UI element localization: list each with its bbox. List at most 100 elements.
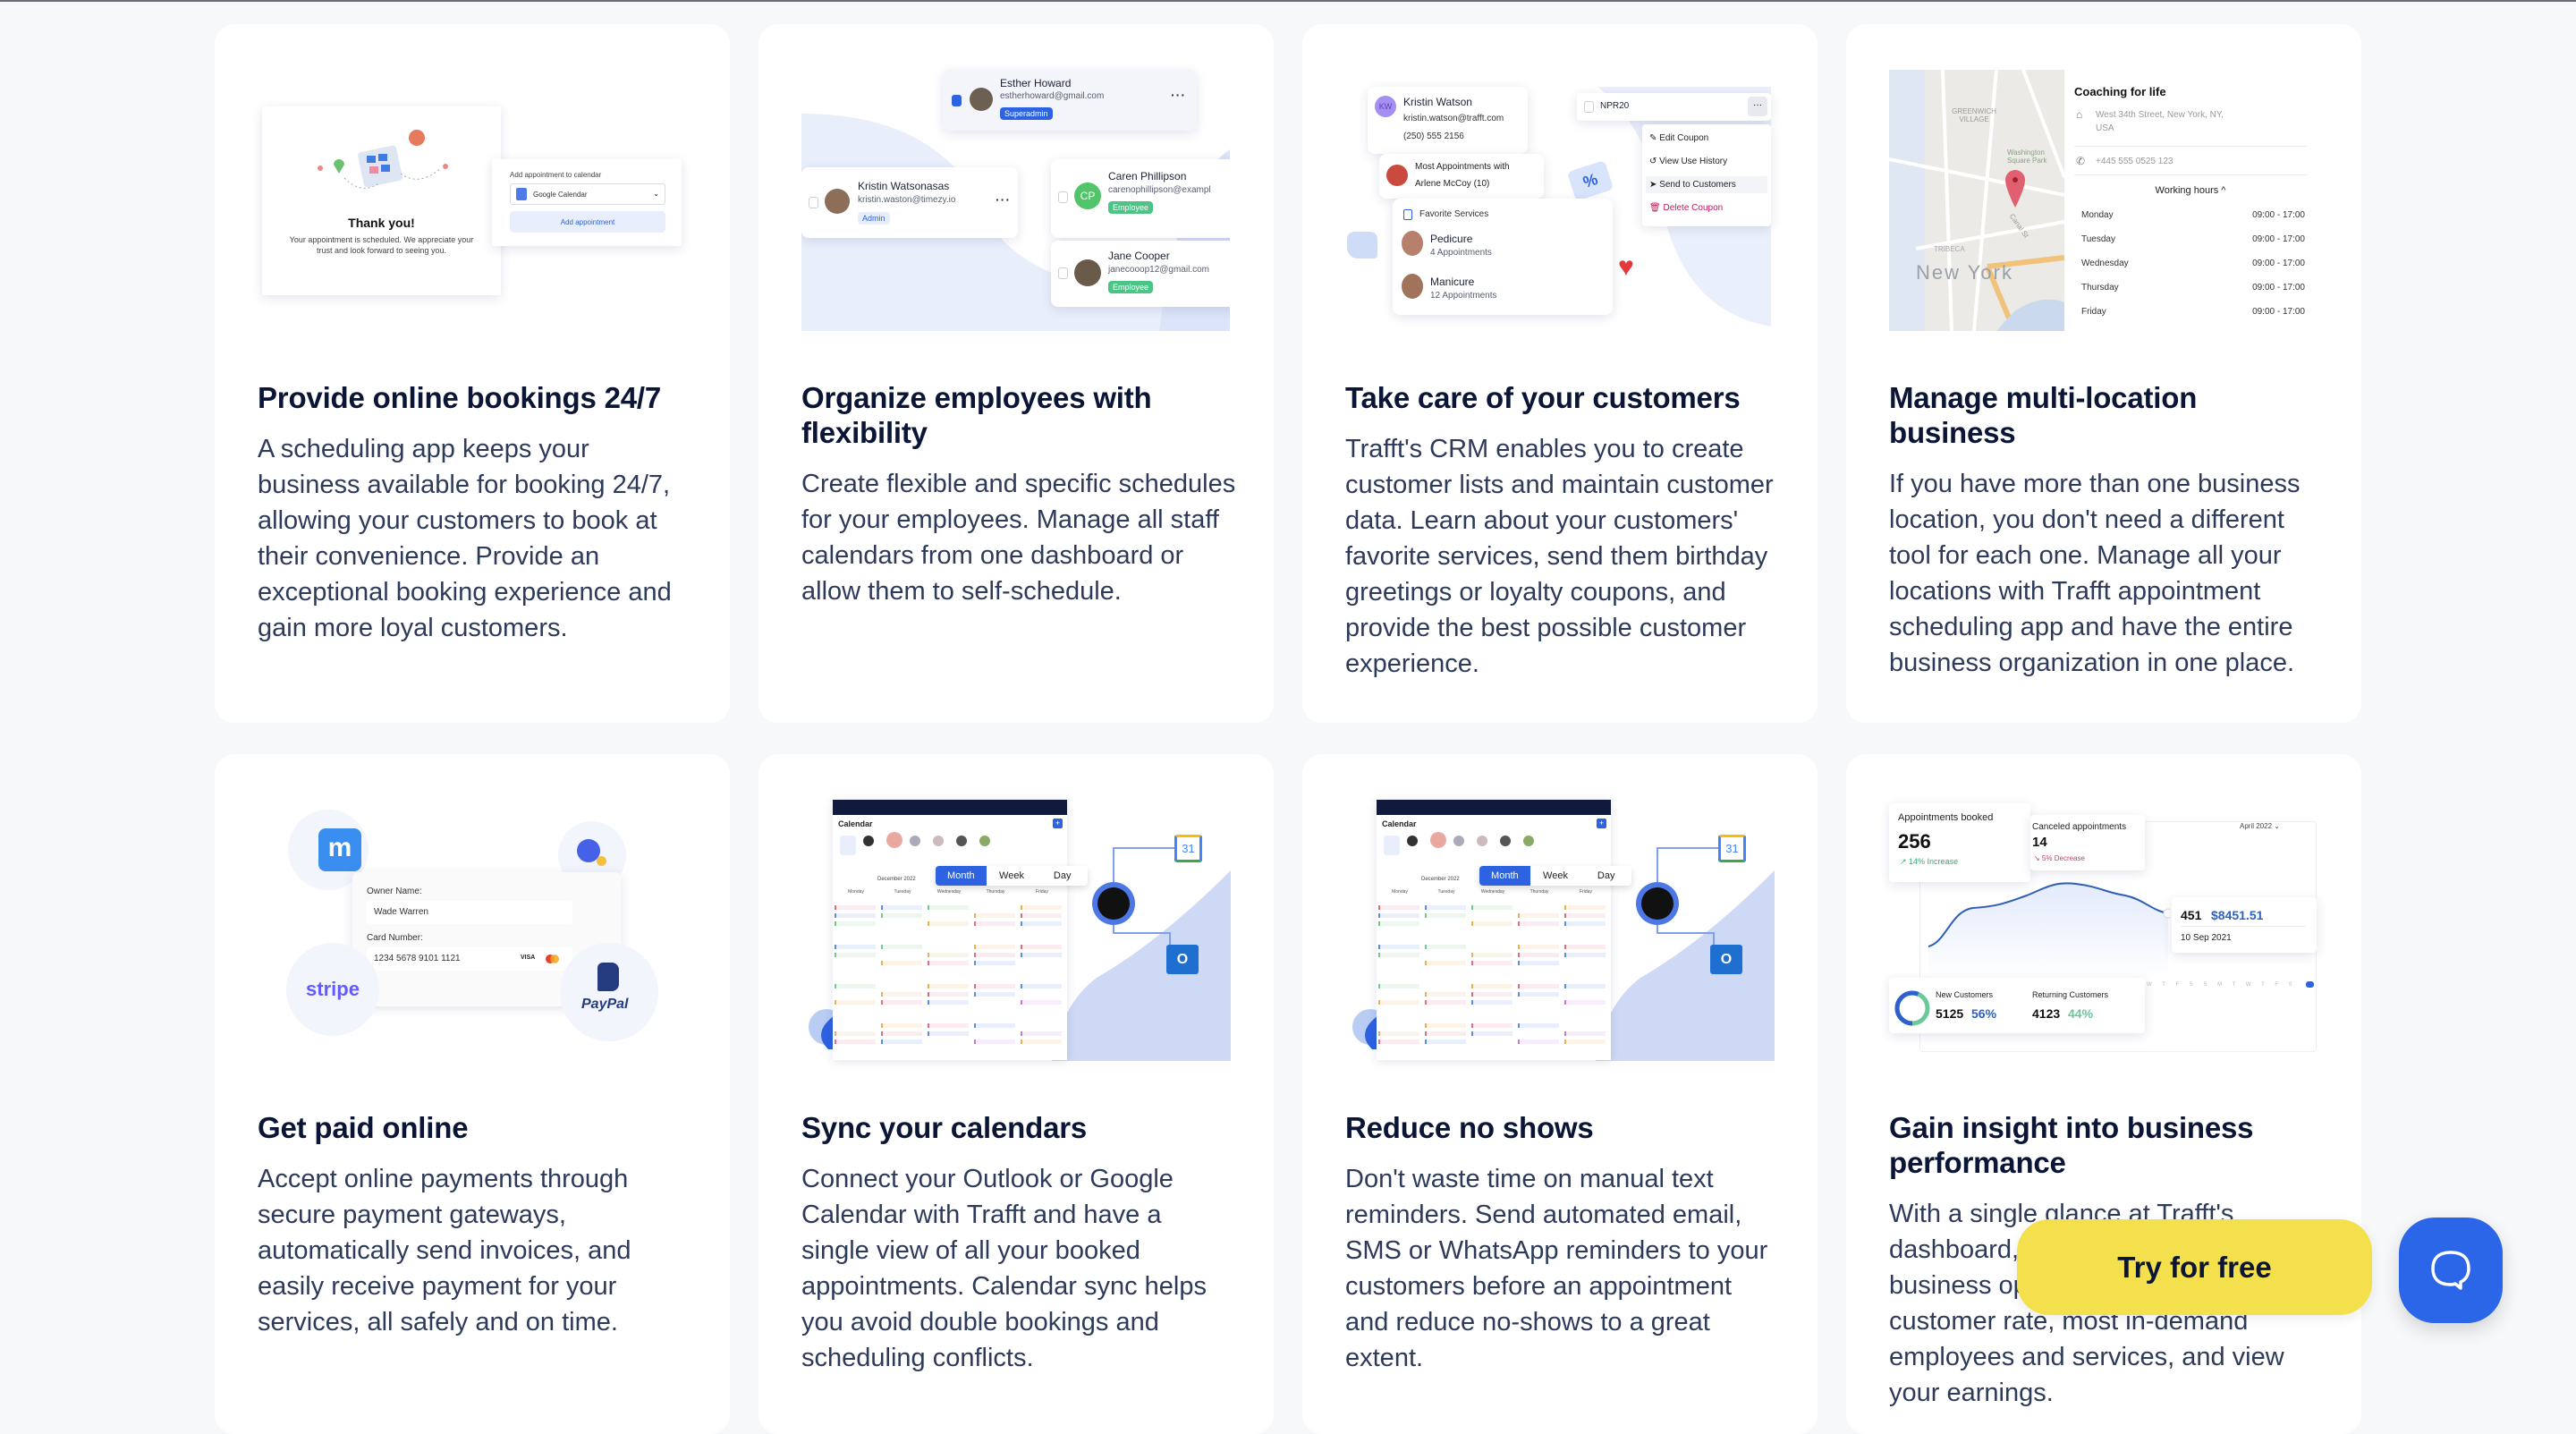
calendar-event[interactable] (835, 1039, 876, 1044)
calendar-event[interactable] (928, 953, 969, 957)
calendar-event[interactable] (974, 913, 1015, 918)
calendar-event[interactable] (1518, 953, 1559, 957)
add-icon[interactable]: + (1053, 819, 1063, 828)
checkbox[interactable] (809, 197, 818, 208)
calendar-select[interactable]: Google Calendar ⌄ (510, 183, 665, 205)
calendar-event[interactable] (1564, 945, 1606, 949)
calendar-event[interactable] (1518, 984, 1559, 989)
employee-card[interactable]: Esther Howard estherhoward@gmail.com Sup… (943, 70, 1197, 131)
calendar-event[interactable] (928, 984, 969, 989)
staff-avatar[interactable] (1430, 832, 1446, 848)
staff-avatar[interactable] (1477, 836, 1487, 846)
add-icon[interactable]: + (1597, 819, 1606, 828)
staff-avatar[interactable] (1523, 836, 1534, 846)
calendar-event[interactable] (1378, 953, 1419, 957)
staff-avatar[interactable] (863, 836, 874, 846)
calendar-event[interactable] (1471, 953, 1513, 957)
calendar-event[interactable] (1021, 913, 1062, 918)
calendar-event[interactable] (1378, 984, 1419, 989)
staff-avatar[interactable] (933, 836, 944, 846)
calendar-event[interactable] (881, 992, 922, 997)
calendar-event[interactable] (1518, 921, 1559, 926)
calendar-event[interactable] (974, 921, 1015, 926)
calendar-event[interactable] (881, 1000, 922, 1005)
calendar-event[interactable] (1564, 921, 1606, 926)
menu-item-send-to-customers[interactable]: ➤ Send to Customers (1646, 176, 1767, 193)
calendar-event[interactable] (1425, 1039, 1466, 1044)
calendar-event[interactable] (974, 961, 1015, 965)
tab-week[interactable]: Week (1530, 866, 1581, 886)
calendar-event[interactable] (1021, 953, 1062, 957)
calendar-event[interactable] (1021, 905, 1062, 910)
more-options-icon[interactable]: ··· (996, 192, 1011, 207)
owner-name-input[interactable]: Wade Warren (367, 901, 572, 924)
calendar-event[interactable] (835, 905, 876, 910)
calendar-event[interactable] (1021, 984, 1062, 989)
calendar-event[interactable] (1425, 1023, 1466, 1028)
calendar-event[interactable] (1564, 913, 1606, 918)
staff-avatar[interactable] (956, 836, 967, 846)
calendar-event[interactable] (1378, 913, 1419, 918)
tab-month[interactable]: Month (936, 866, 987, 886)
staff-avatar[interactable] (1407, 836, 1418, 846)
calendar-event[interactable] (1518, 1039, 1559, 1044)
calendar-event[interactable] (835, 913, 876, 918)
calendar-event[interactable] (1471, 1031, 1513, 1036)
calendar-event[interactable] (881, 905, 922, 910)
calendar-event[interactable] (1021, 1039, 1062, 1044)
working-hours-toggle[interactable]: Working hours ^ (2072, 185, 2309, 196)
employee-card[interactable]: Kristin Watsonasas kristin.waston@timezy… (801, 167, 1018, 238)
calendar-event[interactable] (1518, 961, 1559, 965)
calendar-event[interactable] (1518, 992, 1559, 997)
calendar-event[interactable] (1425, 1031, 1466, 1036)
menu-item-delete-coupon[interactable]: 🗑 Delete Coupon (1649, 203, 1723, 213)
calendar-event[interactable] (1471, 1023, 1513, 1028)
calendar-event[interactable] (1425, 913, 1466, 918)
selected-day-marker[interactable] (2306, 981, 2314, 988)
calendar-event[interactable] (1378, 945, 1419, 949)
calendar-event[interactable] (974, 945, 1015, 949)
calendar-event[interactable] (1518, 945, 1559, 949)
calendar-event[interactable] (835, 921, 876, 926)
calendar-event[interactable] (974, 992, 1015, 997)
calendar-event[interactable] (1471, 984, 1513, 989)
employee-card[interactable]: Jane Cooper janecooop12@gmail.com Employ… (1051, 241, 1230, 307)
calendar-event[interactable] (1564, 984, 1606, 989)
tab-week[interactable]: Week (987, 866, 1038, 886)
calendar-event[interactable] (1471, 905, 1513, 910)
calendar-event[interactable] (1021, 1031, 1062, 1036)
calendar-event[interactable] (928, 992, 969, 997)
checkbox[interactable] (1584, 101, 1594, 113)
calendar-event[interactable] (1378, 921, 1419, 926)
card-number-input[interactable]: 1234 5678 9101 1121 VISA (367, 947, 572, 971)
checkbox-checked[interactable] (952, 95, 962, 106)
calendar-event[interactable] (1425, 961, 1466, 965)
staff-avatar[interactable] (1384, 836, 1400, 855)
menu-item-edit-coupon[interactable]: ✎ Edit Coupon (1649, 133, 1708, 143)
calendar-event[interactable] (881, 1039, 922, 1044)
calendar-event[interactable] (1564, 1000, 1606, 1005)
calendar-event[interactable] (1564, 953, 1606, 957)
tab-day[interactable]: Day (1580, 866, 1631, 886)
calendar-event[interactable] (1518, 1023, 1559, 1028)
calendar-event[interactable] (881, 945, 922, 949)
calendar-event[interactable] (1378, 1000, 1419, 1005)
calendar-event[interactable] (1378, 1031, 1419, 1036)
calendar-event[interactable] (1378, 905, 1419, 910)
calendar-event[interactable] (1471, 961, 1513, 965)
customer-card[interactable]: KW Kristin Watson kristin.watson@trafft.… (1368, 87, 1528, 154)
chat-button[interactable] (2399, 1218, 2503, 1323)
calendar-event[interactable] (1021, 921, 1062, 926)
calendar-event[interactable] (1564, 905, 1606, 910)
calendar-event[interactable] (1518, 913, 1559, 918)
calendar-event[interactable] (835, 984, 876, 989)
calendar-event[interactable] (835, 1000, 876, 1005)
calendar-event[interactable] (928, 1023, 969, 1028)
calendar-event[interactable] (1471, 921, 1513, 926)
staff-avatar[interactable] (886, 832, 902, 848)
try-for-free-button[interactable]: Try for free (2017, 1219, 2372, 1315)
calendar-event[interactable] (928, 921, 969, 926)
calendar-event[interactable] (881, 1023, 922, 1028)
calendar-event[interactable] (1471, 1000, 1513, 1005)
staff-avatar[interactable] (840, 836, 856, 855)
